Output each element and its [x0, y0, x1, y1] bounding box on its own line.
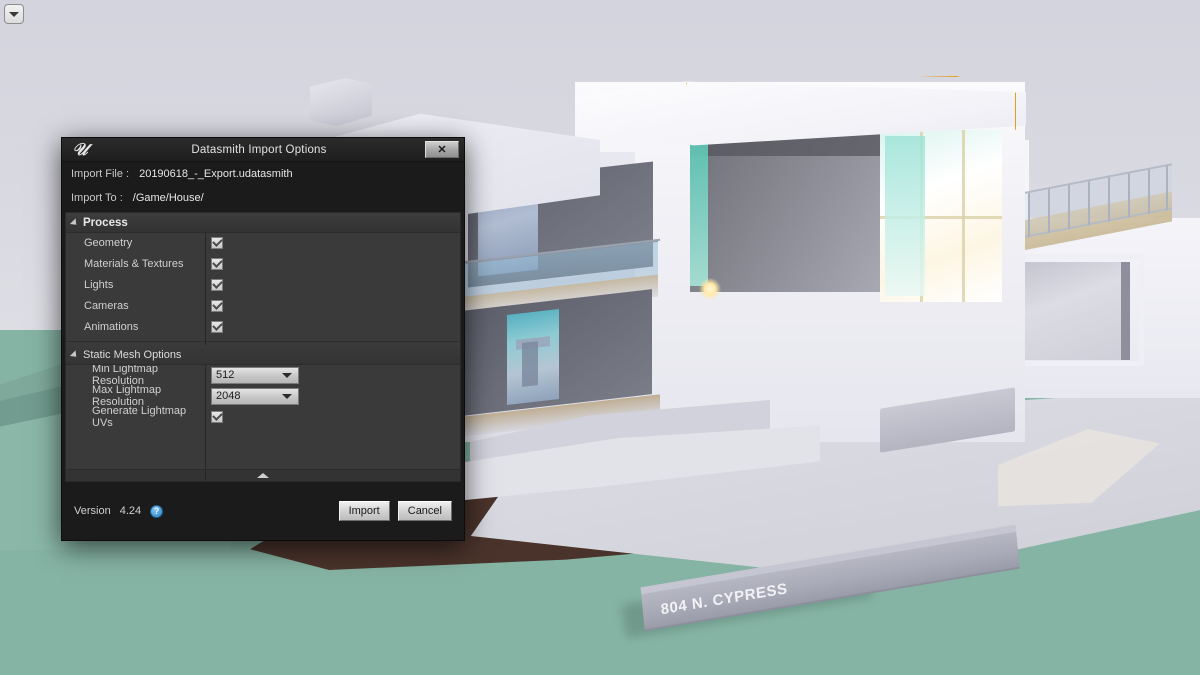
row-min-lightmap-resolution[interactable]: Min Lightmap Resolution 512 — [66, 363, 460, 387]
row-lights[interactable]: Lights — [66, 275, 460, 296]
help-icon[interactable]: ? — [150, 504, 164, 518]
panel-filler — [66, 428, 460, 469]
import-to-value: /Game/House/ — [132, 192, 204, 204]
generate-lightmap-uvs-checkbox[interactable] — [211, 411, 223, 423]
loggia-recess — [690, 132, 890, 292]
section-title: Static Mesh Options — [83, 348, 182, 361]
row-animations[interactable]: Animations — [66, 317, 460, 338]
row-label: Materials & Textures — [84, 258, 184, 270]
options-panel[interactable]: Process Geometry Materials & Textures Li… — [65, 212, 461, 482]
collapse-triangle-icon — [69, 349, 80, 360]
section-title: Process — [83, 216, 128, 229]
section-divider — [66, 341, 460, 342]
chevron-up-icon — [257, 473, 269, 478]
row-geometry[interactable]: Geometry — [66, 233, 460, 254]
version-number: 4.24 — [119, 505, 142, 517]
panel-collapse-handle[interactable] — [66, 469, 460, 481]
unreal-engine-logo-icon: 𝒰 — [72, 139, 88, 159]
import-to-label: Import To : — [71, 192, 123, 204]
window-glass-tint — [885, 136, 925, 296]
version-label: Version — [74, 505, 111, 517]
dialog-buttons: Import Cancel — [338, 501, 452, 521]
dialog-titlebar[interactable]: 𝒰 Datasmith Import Options ✕ — [62, 138, 464, 162]
row-label: Cameras — [84, 300, 129, 312]
row-max-lightmap-resolution[interactable]: Max Lightmap Resolution 2048 — [66, 384, 460, 408]
row-cameras[interactable]: Cameras — [66, 296, 460, 317]
section-header-static-mesh-options[interactable]: Static Mesh Options — [66, 345, 460, 365]
section-header-process[interactable]: Process — [66, 213, 460, 233]
cancel-button[interactable]: Cancel — [397, 501, 452, 521]
dropdown-value: 2048 — [216, 390, 241, 402]
datasmith-import-dialog[interactable]: 𝒰 Datasmith Import Options ✕ Import File… — [61, 137, 465, 541]
chevron-down-icon — [282, 393, 292, 399]
window-glass-strip — [690, 136, 708, 286]
row-label: Animations — [84, 321, 139, 333]
import-to-row: Import To : /Game/House/ — [62, 186, 464, 210]
row-materials-textures[interactable]: Materials & Textures — [66, 254, 460, 275]
lights-checkbox[interactable] — [211, 279, 223, 291]
import-file-value: 20190618_-_Export.udatasmith — [139, 168, 293, 180]
import-file-row: Import File : 20190618_-_Export.udatasmi… — [62, 162, 464, 186]
dropdown-value: 512 — [216, 369, 235, 381]
interior-lamp-glow — [699, 278, 721, 300]
row-label: Generate Lightmap UVs — [92, 405, 187, 429]
row-label: Geometry — [84, 237, 133, 249]
min-lightmap-resolution-dropdown[interactable]: 512 — [211, 366, 299, 384]
collapse-triangle-icon — [69, 217, 80, 228]
chevron-down-icon — [282, 372, 292, 378]
cameras-checkbox[interactable] — [211, 300, 223, 312]
row-label: Lights — [84, 279, 114, 291]
row-generate-lightmap-uvs[interactable]: Generate Lightmap UVs — [66, 405, 460, 429]
geometry-checkbox[interactable] — [211, 237, 223, 249]
import-button[interactable]: Import — [338, 501, 390, 521]
materials-textures-checkbox[interactable] — [211, 258, 223, 270]
chevron-down-icon — [9, 11, 19, 17]
close-button[interactable]: ✕ — [425, 141, 459, 158]
viewport-options-button[interactable] — [4, 4, 24, 24]
dialog-title: Datasmith Import Options — [191, 143, 327, 156]
import-file-label: Import File : — [71, 168, 130, 180]
max-lightmap-resolution-dropdown[interactable]: 2048 — [211, 387, 299, 405]
animations-checkbox[interactable] — [211, 321, 223, 333]
version-info: Version 4.24 ? — [74, 504, 164, 518]
dialog-footer: Version 4.24 ? Import Cancel — [62, 482, 464, 540]
interior-furniture — [522, 341, 538, 387]
garage-door — [1012, 262, 1130, 360]
